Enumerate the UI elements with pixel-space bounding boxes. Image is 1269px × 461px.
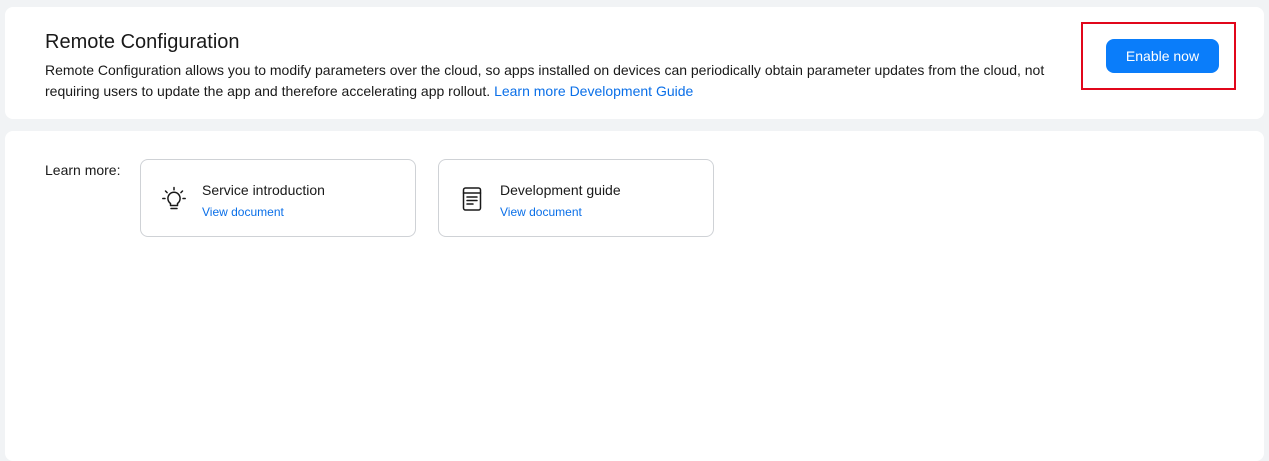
remote-config-header-card: Remote Configuration Remote Configuratio… xyxy=(5,7,1264,119)
learn-more-link[interactable]: Learn more xyxy=(494,83,566,99)
service-introduction-card[interactable]: Service introduction View document xyxy=(140,159,416,237)
learn-more-label: Learn more: xyxy=(45,162,121,178)
page-title: Remote Configuration xyxy=(45,31,240,53)
card-title: Development guide xyxy=(500,182,621,198)
enable-now-button[interactable]: Enable now xyxy=(1106,39,1219,73)
development-guide-link[interactable]: Development Guide xyxy=(570,83,694,99)
document-icon xyxy=(462,187,482,211)
lightbulb-icon xyxy=(162,186,186,210)
learn-more-panel: Learn more: Service introduction View do… xyxy=(5,131,1264,461)
card-title: Service introduction xyxy=(202,182,325,198)
view-document-link[interactable]: View document xyxy=(500,205,582,220)
page-description: Remote Configuration allows you to modif… xyxy=(45,60,1055,102)
view-document-link[interactable]: View document xyxy=(202,205,284,220)
development-guide-card[interactable]: Development guide View document xyxy=(438,159,714,237)
